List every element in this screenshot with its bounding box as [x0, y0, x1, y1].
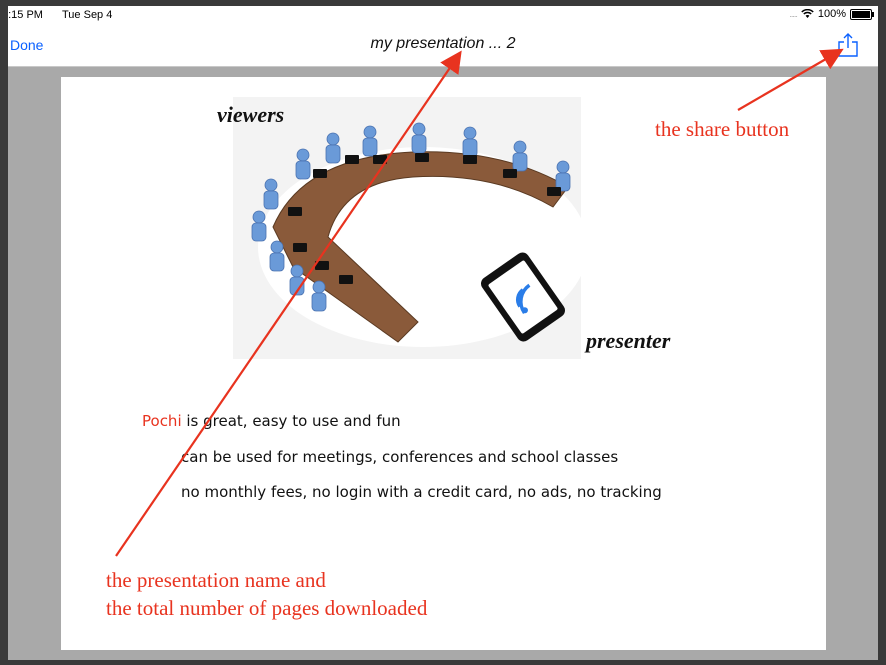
status-date: Tue Sep 4 — [62, 9, 113, 21]
name-note-line-2: the total number of pages downloaded — [106, 596, 428, 620]
battery-percent: 100% — [817, 8, 846, 20]
conference-illustration — [233, 97, 581, 359]
status-time: 3:15 PM — [8, 9, 43, 21]
slide-page: viewers presenter the share button Pochi… — [61, 77, 826, 650]
slide-text-line-3: no monthly fees, no login with a credit … — [181, 483, 662, 501]
presenter-label: presenter — [586, 328, 671, 353]
device-frame: 3:15 PM Tue Sep 4 ..... 100% Done my pre… — [0, 0, 886, 665]
battery-icon — [850, 8, 874, 20]
slide-text-line-2: can be used for meetings, conferences an… — [181, 448, 619, 466]
slide-text-line-1: Pochi is great, easy to use and fun — [142, 412, 401, 430]
viewers-label: viewers — [217, 102, 285, 127]
presentation-name-annotation: the presentation name and the total numb… — [106, 566, 427, 622]
signal-icon: ..... — [789, 9, 797, 19]
status-indicators: ..... 100% — [789, 8, 874, 20]
navigation-bar: Done my presentation ... 2 — [8, 24, 878, 67]
share-icon[interactable] — [836, 32, 860, 58]
wifi-icon — [801, 9, 814, 18]
screen: 3:15 PM Tue Sep 4 ..... 100% Done my pre… — [8, 6, 878, 660]
name-note-line-1: the presentation name and — [106, 568, 326, 592]
line1-text: is great, easy to use and fun — [181, 412, 401, 430]
presentation-title: my presentation ... 2 — [370, 35, 516, 52]
pochi-highlight: Pochi — [142, 412, 182, 430]
share-button-annotation: the share button — [655, 117, 790, 141]
status-bar: 3:15 PM Tue Sep 4 ..... 100% — [8, 6, 878, 24]
